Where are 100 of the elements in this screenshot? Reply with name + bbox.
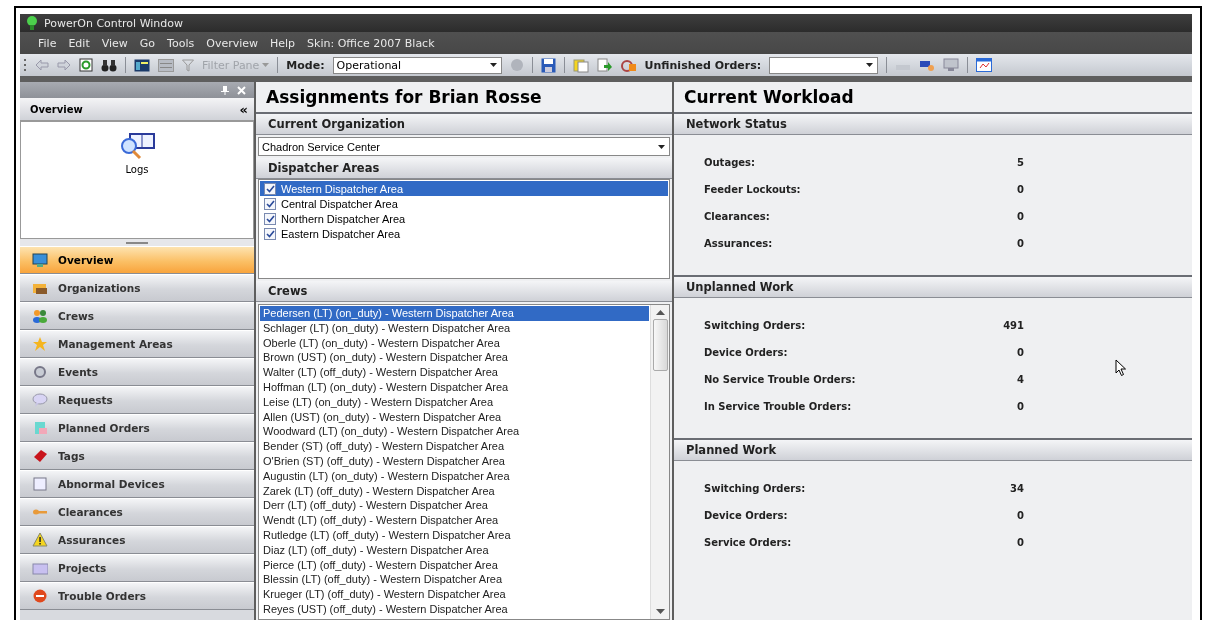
menu-item[interactable]: Tools <box>167 36 195 50</box>
organization-dropdown[interactable]: Chadron Service Center <box>258 137 670 156</box>
crew-item[interactable]: Rutledge (LT) (off_duty) - Western Dispatcher Area <box>260 527 649 543</box>
crew-item[interactable]: Walter (LT) (off_duty) - Western Dispatcher Area <box>260 365 649 380</box>
crew-item[interactable]: Hoffman (LT) (on_duty) - Western Dispatcher Area <box>260 380 649 395</box>
stat-label: Service Orders: <box>704 537 793 548</box>
scroll-thumb[interactable] <box>652 319 668 371</box>
menu-item[interactable]: Skin: Office 2007 Black <box>307 36 435 50</box>
nav-item[interactable]: Events <box>20 358 254 386</box>
save-icon[interactable] <box>540 57 556 73</box>
grid-icon[interactable] <box>158 58 174 72</box>
binoculars-icon[interactable] <box>101 58 117 72</box>
stat-value: 34 <box>1009 483 1024 494</box>
crew-item[interactable]: Augustin (LT) (on_duty) - Western Dispatcher Area <box>260 468 649 484</box>
nav-item[interactable]: Organizations <box>20 274 254 302</box>
caret-icon <box>658 144 665 149</box>
nav-item[interactable]: Planned Orders <box>20 414 254 442</box>
crew-item[interactable]: Oberle (LT) (on_duty) - Western Dispatcher Area <box>260 335 649 351</box>
crew-item[interactable]: Pierce (LT) (off_duty) - Western Dispatcher Area <box>260 557 649 573</box>
mode-dropdown[interactable]: Operational <box>332 56 502 74</box>
nav-item[interactable]: Tags <box>20 442 254 470</box>
grip-icon <box>24 58 27 72</box>
pin-icon[interactable] <box>221 85 229 95</box>
crew-item[interactable]: Blessin (LT) (off_duty) - Western Dispatcher Area <box>260 572 649 588</box>
book-magnifier-icon[interactable] <box>118 132 156 160</box>
crew-item[interactable]: Wendt (LT) (off_duty) - Western Dispatcher Area <box>260 513 649 528</box>
splitter-grip-icon[interactable] <box>126 241 148 244</box>
nav-item[interactable]: Abnormal Devices <box>20 470 254 498</box>
mode-label: Mode: <box>286 58 325 72</box>
caret-icon <box>489 63 497 67</box>
network-icon[interactable] <box>943 58 960 72</box>
area-item[interactable]: Central Dispatcher Area <box>260 196 668 211</box>
stat-value: 491 <box>1002 320 1024 331</box>
collapse-button[interactable]: « <box>239 102 248 116</box>
checkbox[interactable] <box>264 212 276 225</box>
stat-value: 0 <box>1016 537 1024 548</box>
crew-item[interactable]: Schlager (LT) (on_duty) - Western Dispatcher Area <box>260 320 649 336</box>
nav-item[interactable]: Assurances <box>20 526 254 554</box>
app-logo-icon <box>26 16 38 30</box>
menu-item[interactable]: Go <box>139 36 156 50</box>
menu-item[interactable]: File <box>38 36 57 50</box>
forward-arrow-icon[interactable] <box>57 59 71 71</box>
monitor-icon <box>32 252 48 268</box>
nav-item[interactable]: Crews <box>20 302 254 330</box>
nav-item[interactable]: Management Areas <box>20 330 254 358</box>
star-icon <box>32 336 48 352</box>
menu-item[interactable]: Overview <box>206 36 258 50</box>
stat-value: 5 <box>1016 157 1024 168</box>
crew-item[interactable]: Bender (ST) (off_duty) - Western Dispatcher Area <box>260 439 649 454</box>
crew-item[interactable]: Zarek (LT) (off_duty) - Western Dispatcher Area <box>260 483 649 499</box>
shortcut-label[interactable]: Logs <box>125 164 149 175</box>
section-header: Network Status <box>674 114 1192 135</box>
checkbox[interactable] <box>264 197 276 210</box>
scrollbar[interactable] <box>650 305 669 619</box>
scroll-down-icon[interactable] <box>655 609 665 614</box>
menu-item[interactable]: Help <box>270 36 296 50</box>
refresh-icon[interactable] <box>79 58 93 72</box>
stop-icon <box>32 588 48 604</box>
crew-item[interactable]: Derr (LT) (off_duty) - Western Dispatcher Area <box>260 498 649 514</box>
stat-label: Switching Orders: <box>704 320 807 331</box>
calendar-icon[interactable] <box>976 58 993 72</box>
crew-item[interactable]: Pedersen (LT) (on_duty) - Western Dispatcher Area <box>260 306 649 321</box>
area-item[interactable]: Northern Dispatcher Area <box>260 211 668 226</box>
unfinished-orders-label: Unfinished Orders: <box>644 58 762 72</box>
crew-item[interactable]: O'Brien (ST) (off_duty) - Western Dispatcher Area <box>260 453 649 469</box>
folder-icon <box>32 560 48 576</box>
back-arrow-icon[interactable] <box>35 59 49 71</box>
mouse-pointer-icon <box>1115 359 1127 377</box>
nav-item[interactable]: Requests <box>20 386 254 414</box>
stat-value: 0 <box>1016 347 1024 358</box>
document-icon <box>32 420 48 436</box>
nav-item[interactable]: Overview <box>20 246 254 274</box>
caret-icon <box>262 63 270 67</box>
nav-item[interactable]: Trouble Orders <box>20 582 254 610</box>
checkbox[interactable] <box>264 227 276 240</box>
filter-icon[interactable] <box>182 58 194 72</box>
unfinished-orders-dropdown[interactable] <box>769 56 879 74</box>
stat-value: 0 <box>1016 184 1024 195</box>
panel-icon[interactable] <box>134 58 150 72</box>
crew-item[interactable]: Krueger (LT) (off_duty) - Western Dispatcher Area <box>260 587 649 602</box>
stat-label: Switching Orders: <box>704 483 807 494</box>
nav-item[interactable]: Clearances <box>20 498 254 526</box>
checkbox[interactable] <box>264 182 276 195</box>
scroll-up-icon[interactable] <box>655 310 665 315</box>
tag-icon <box>32 448 48 464</box>
export-icon[interactable] <box>596 57 613 73</box>
section-header: Planned Work <box>674 440 1192 461</box>
crew-item[interactable]: Woodward (LT) (on_duty) - Western Dispatcher Area <box>260 424 649 440</box>
area-item[interactable]: Western Dispatcher Area <box>260 181 668 196</box>
crew-item[interactable]: Diaz (LT) (off_duty) - Western Dispatcher Area <box>260 542 649 558</box>
menu-item[interactable]: Edit <box>68 36 90 50</box>
close-icon[interactable] <box>237 85 246 95</box>
crew-item[interactable]: Leise (LT) (on_duty) - Western Dispatcher Area <box>260 394 649 410</box>
crew-item[interactable]: Brown (UST) (on_duty) - Western Dispatcher Area <box>260 350 649 366</box>
menu-item[interactable]: View <box>101 36 128 50</box>
crew-item[interactable]: Reyes (UST) (off_duty) - Western Dispatcher Area <box>260 601 649 617</box>
crew-item[interactable]: Allen (UST) (on_duty) - Western Dispatcher Area <box>260 409 649 425</box>
stat-label: In Service Trouble Orders: <box>704 401 853 412</box>
nav-item[interactable]: Projects <box>20 554 254 582</box>
area-item[interactable]: Eastern Dispatcher Area <box>260 226 668 241</box>
